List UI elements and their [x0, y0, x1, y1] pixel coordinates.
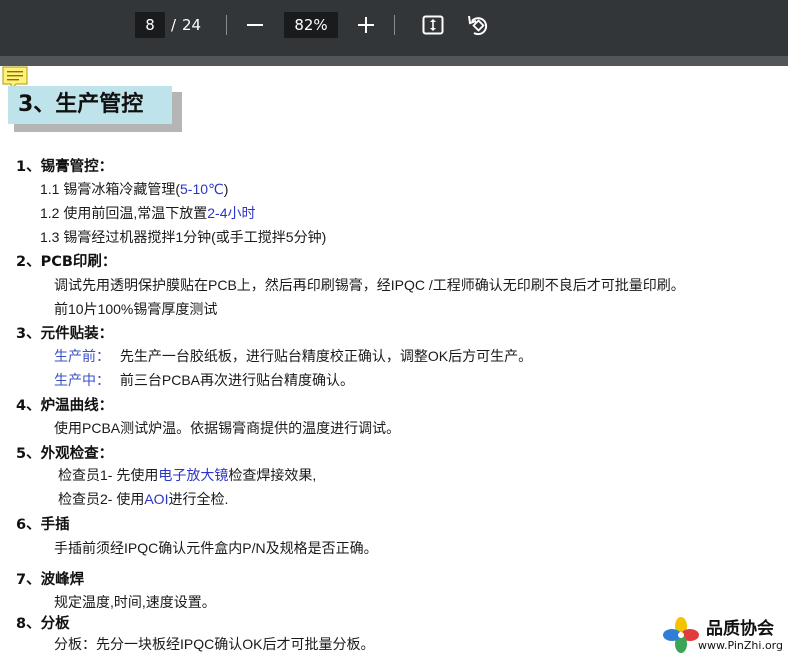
page-number-input[interactable]: 8	[135, 12, 165, 38]
list-item: 检查员1- 先使用电子放大镜检查焊接效果,	[58, 465, 316, 485]
section-title: 6、手插	[16, 517, 70, 533]
watermark-url: www.PinZhi.org	[698, 639, 783, 652]
text: 先生产一台胶纸板，进行贴台精度校正确认，调整OK后方可生产。	[119, 348, 533, 364]
text: 调试先用透明保护膜贴在PCB上，然后再印刷锡膏，经IPQC /工程师确认无印刷不…	[54, 277, 685, 293]
list-item: 手插前须经IPQC确认元件盒内P/N及规格是否正确。	[54, 538, 378, 558]
list-item: 规定温度,时间,速度设置。	[54, 592, 216, 612]
text: 1.2 使用前回温,常温下放置	[40, 205, 208, 221]
zoom-out-button[interactable]	[240, 10, 270, 40]
section-title: 3、元件贴装：	[16, 326, 114, 342]
highlight-text: 电子放大镜	[158, 467, 229, 483]
zoom-level-input[interactable]: 82%	[284, 12, 338, 38]
pinwheel-logo-icon	[663, 617, 699, 653]
section-title: 7、波峰焊	[16, 572, 85, 588]
text: 检查焊接效果,	[228, 467, 317, 483]
highlight-text: AOI	[144, 491, 169, 507]
text: )	[223, 181, 229, 197]
list-item: 1.3 锡膏经过机器搅拌1分钟(或手工搅拌5分钟)	[40, 227, 326, 247]
section-title: 4、炉温曲线：	[16, 398, 114, 414]
toolbar-divider	[226, 15, 227, 35]
list-item: 生产前： 先生产一台胶纸板，进行贴台精度校正确认，调整OK后方可生产。	[54, 346, 532, 366]
text: 规定温度,时间,速度设置。	[54, 594, 216, 610]
list-item: 调试先用透明保护膜贴在PCB上，然后再印刷锡膏，经IPQC /工程师确认无印刷不…	[54, 275, 685, 295]
list-item: 分板：先分一块板经IPQC确认OK后才可批量分板。	[54, 634, 374, 654]
text: 1.3 锡膏经过机器搅拌1分钟(或手工搅拌5分钟)	[40, 229, 327, 245]
watermark: 品质协会 www.PinZhi.org	[660, 612, 788, 656]
list-item: 1.1 锡膏冰箱冷藏管理(5-10℃)	[40, 179, 228, 199]
zoom-in-button[interactable]	[351, 10, 381, 40]
pdf-toolbar: 8 / 24 82%	[0, 0, 788, 56]
page-separator: /	[171, 16, 177, 34]
list-item: 前10片100%锡膏厚度测试	[54, 299, 217, 319]
page-total: 24	[182, 16, 202, 34]
toolbar-shadow-strip	[0, 56, 788, 66]
text: 分板：先分一块板经IPQC确认OK后才可批量分板。	[54, 636, 375, 652]
toolbar-divider	[394, 15, 395, 35]
text: 进行全检.	[168, 491, 229, 507]
text: 前10片100%锡膏厚度测试	[54, 301, 218, 317]
list-item: 生产中： 前三台PCBA再次进行贴台精度确认。	[54, 370, 354, 390]
text: 检查员1- 先使用	[58, 467, 159, 483]
text: 检查员2- 使用	[58, 491, 145, 507]
rotate-icon	[468, 15, 488, 36]
highlight-text: 5-10℃	[180, 181, 224, 197]
text: 前三台PCBA再次进行贴台精度确认。	[119, 372, 355, 388]
label-text: 生产前：	[54, 348, 110, 364]
label-text: 生产中：	[54, 372, 110, 388]
list-item: 检查员2- 使用AOI进行全检.	[58, 489, 228, 509]
text: 1.1 锡膏冰箱冷藏管理(	[40, 181, 181, 197]
highlight-text: 2-4小时	[207, 205, 256, 221]
list-item: 使用PCBA测试炉温。依据锡膏商提供的温度进行调试。	[54, 418, 400, 438]
zoom-in-icon	[358, 17, 374, 33]
watermark-title: 品质协会	[706, 619, 774, 639]
fit-page-button[interactable]	[418, 10, 448, 40]
section-heading: 3、生产管控	[8, 86, 172, 124]
section-title: 8、分板	[16, 616, 70, 632]
text: 使用PCBA测试炉温。依据锡膏商提供的温度进行调试。	[54, 420, 401, 436]
section-title: 5、外观检查：	[16, 446, 114, 462]
zoom-out-icon	[247, 24, 263, 26]
section-title: 2、PCB印刷：	[16, 254, 117, 270]
fit-page-icon	[422, 15, 444, 35]
section-title: 1、锡膏管控：	[16, 159, 114, 175]
text: 手插前须经IPQC确认元件盒内P/N及规格是否正确。	[54, 540, 378, 556]
document-page: 3、生产管控 1、锡膏管控： 1.1 锡膏冰箱冷藏管理(5-10℃) 1.2 使…	[0, 66, 788, 656]
list-item: 1.2 使用前回温,常温下放置2-4小时	[40, 203, 255, 223]
rotate-button[interactable]	[463, 10, 493, 40]
